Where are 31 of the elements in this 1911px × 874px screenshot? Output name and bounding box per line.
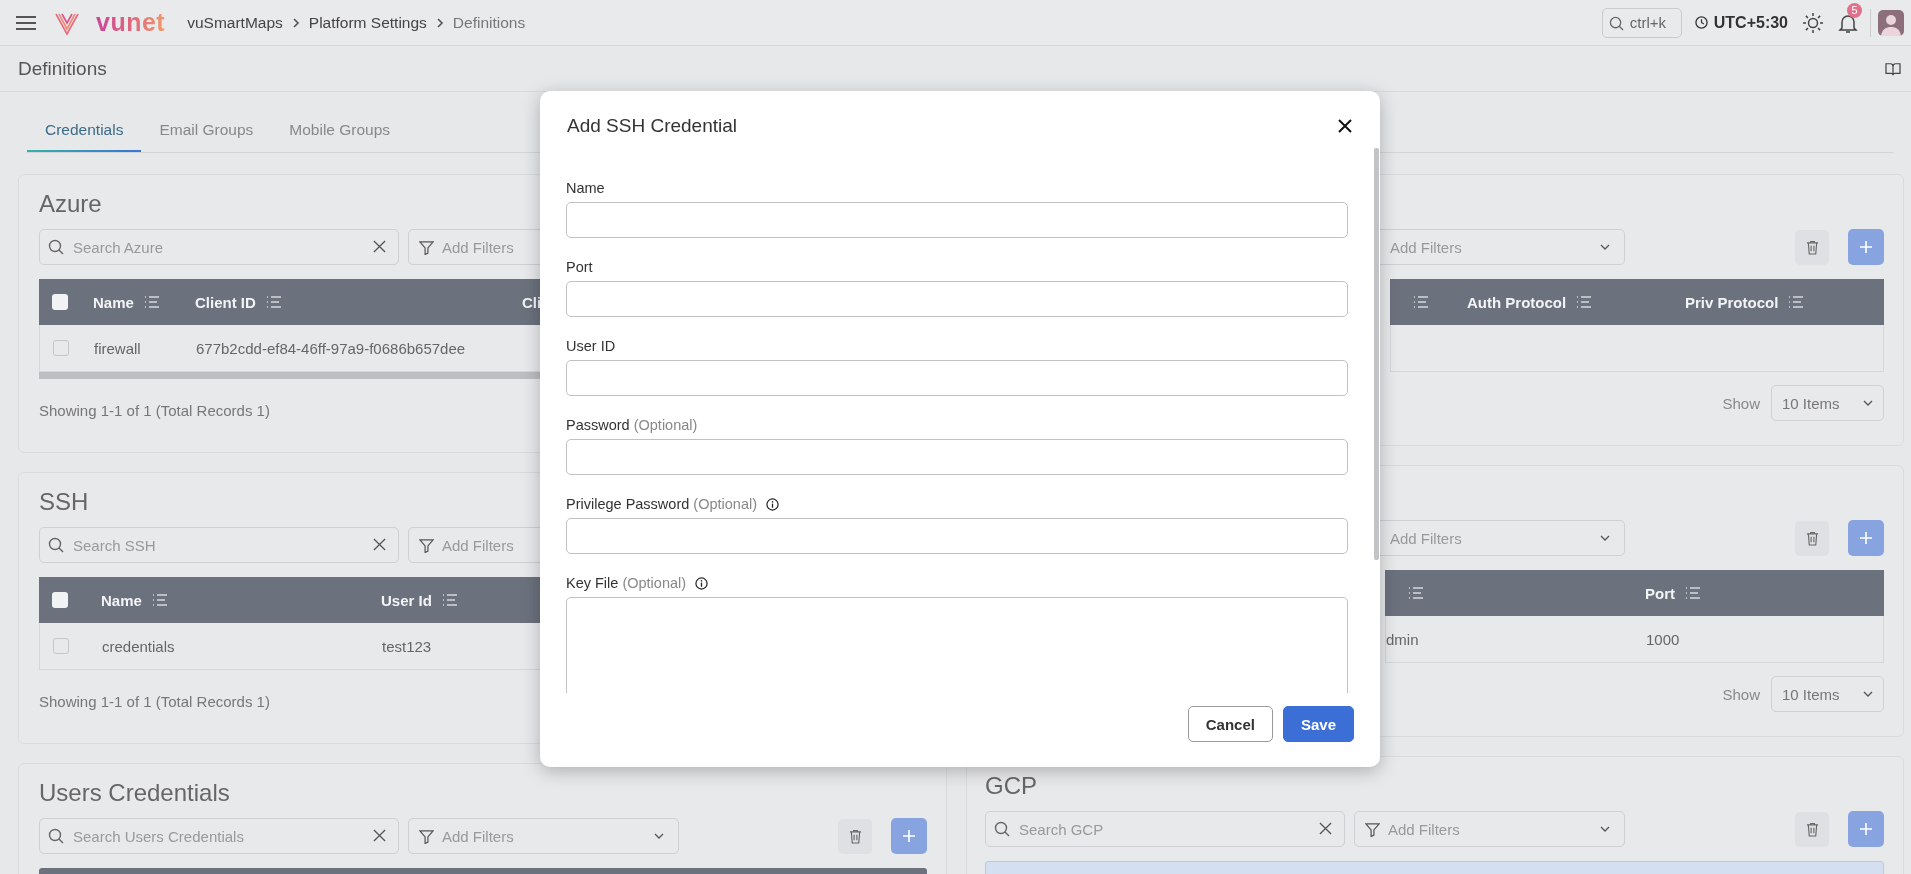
column-header: User Id: [381, 591, 432, 609]
show-label: Show: [1722, 394, 1760, 412]
record-summary: Showing 1-1 of 1 (Total Records 1): [39, 692, 270, 710]
panel-title: GCP: [985, 771, 1037, 801]
field-label: Privilege Password (Optional): [566, 496, 757, 512]
panel-title: Users Credentials: [39, 778, 230, 808]
table-cell-text: 677b2cdd-ef84-46ff-97a9-f0686b657dee: [196, 339, 467, 357]
show-label: Show: [1722, 685, 1760, 703]
column-header: Name: [93, 293, 134, 311]
panel-title: SSH: [39, 487, 89, 517]
column-header: Auth Protocol: [1467, 293, 1567, 311]
table-cell-text: credentials: [102, 637, 176, 655]
record-summary: Showing 1-1 of 1 (Total Records 1): [39, 401, 270, 419]
table-cell-text: dmin: [1386, 630, 1420, 648]
column-header: Priv Protocol: [1685, 293, 1779, 311]
table-cell-text: test123: [382, 637, 433, 655]
dialog-title: Add SSH Credential: [567, 115, 738, 137]
column-header: Cli: [522, 293, 542, 311]
notification-badge: 5: [1847, 2, 1862, 18]
column-header: Port: [1645, 584, 1675, 602]
field-label: User ID: [566, 338, 616, 354]
field-label: Key File (Optional): [566, 575, 687, 591]
field-label: Password (Optional): [566, 417, 698, 433]
table-cell-text: firewall: [94, 339, 142, 357]
field-label: Port: [566, 259, 593, 275]
page-title: Definitions: [18, 57, 107, 80]
field-label: Name: [566, 180, 605, 196]
panel-title: Azure: [39, 189, 102, 219]
column-header: Client ID: [195, 293, 256, 311]
column-header: Name: [101, 591, 142, 609]
table-cell-text: 1000: [1646, 630, 1681, 648]
